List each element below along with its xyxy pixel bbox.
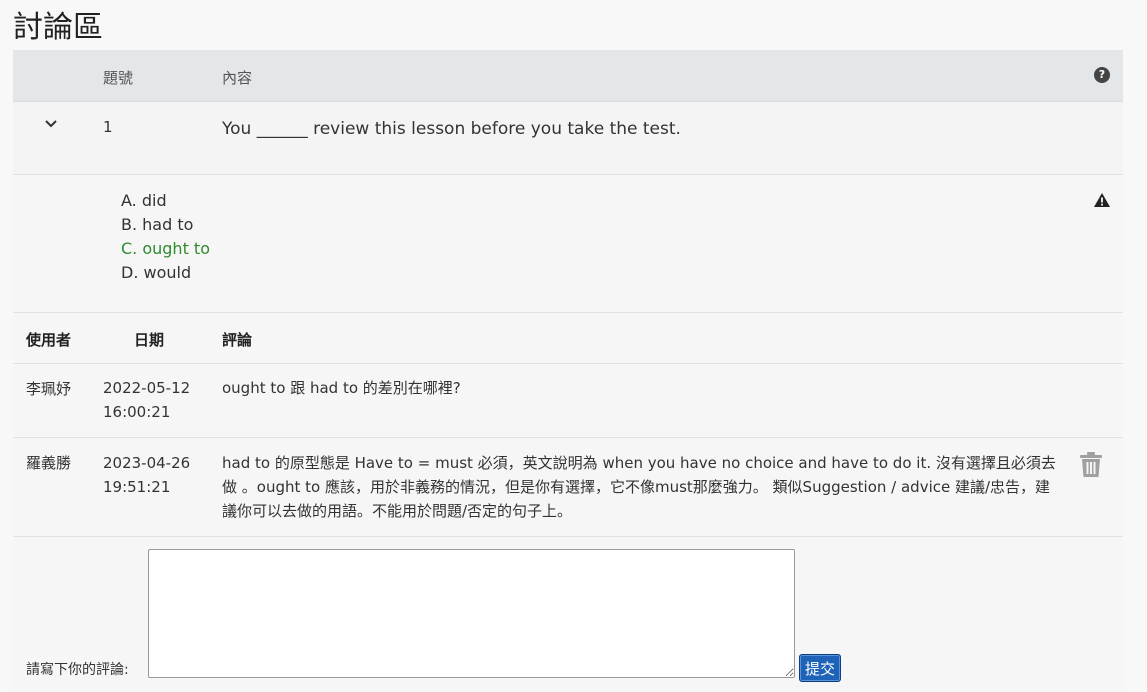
page-title: 討論區 [13,10,103,45]
header-user: 使用者 [26,331,72,349]
option-d: D. would [121,263,192,282]
question-row: 1 You ______ review this lesson before y… [13,102,1123,175]
comment-date: 2022-05-12 [103,379,191,397]
header-comment: 評論 [222,331,253,349]
warning-icon[interactable] [1093,192,1111,208]
header-date: 日期 [134,331,165,349]
comment-datetime: 2023-04-26 19:51:21 [103,451,213,499]
comment-user: 羅義勝 [26,454,72,472]
option-c-correct: C. ought to [121,239,210,258]
comment-row: 羅義勝 2023-04-26 19:51:21 had to 的原型態是 Hav… [13,438,1123,537]
comments-header: 使用者 日期 評論 [13,313,1123,364]
comment-datetime: 2022-05-12 16:00:21 [103,376,213,424]
discussion-panel: 題號 內容 ? 1 You ______ review this lesson … [13,50,1123,692]
submit-button[interactable]: 提交 [799,654,841,682]
comment-time: 19:51:21 [103,478,171,496]
comment-row: 李珮妤 2022-05-12 16:00:21 ought to 跟 had t… [13,364,1123,438]
option-b: B. had to [121,215,194,234]
comment-form: 請寫下你的評論: 提交 [13,537,1123,692]
comment-form-label: 請寫下你的評論: [26,662,129,678]
question-number: 1 [103,118,113,136]
comment-text: ought to 跟 had to 的差別在哪裡? [222,379,461,397]
question-text: You ______ review this lesson before you… [222,119,681,139]
comment-user: 李珮妤 [26,380,72,398]
options-panel: A. did B. had to C. ought to D. would [13,175,1123,313]
help-icon[interactable]: ? [1094,67,1110,83]
header-number: 題號 [103,69,134,87]
header-content: 內容 [222,69,253,87]
trash-icon[interactable] [1079,452,1103,478]
table-header: 題號 內容 ? [13,50,1123,102]
comment-textarea[interactable] [148,549,795,678]
chevron-down-icon[interactable] [43,116,59,132]
option-a: A. did [121,191,167,210]
comment-time: 16:00:21 [103,403,171,421]
comment-date: 2023-04-26 [103,454,191,472]
comment-text: had to 的原型態是 Have to = must 必須，英文說明為 whe… [222,454,1056,520]
